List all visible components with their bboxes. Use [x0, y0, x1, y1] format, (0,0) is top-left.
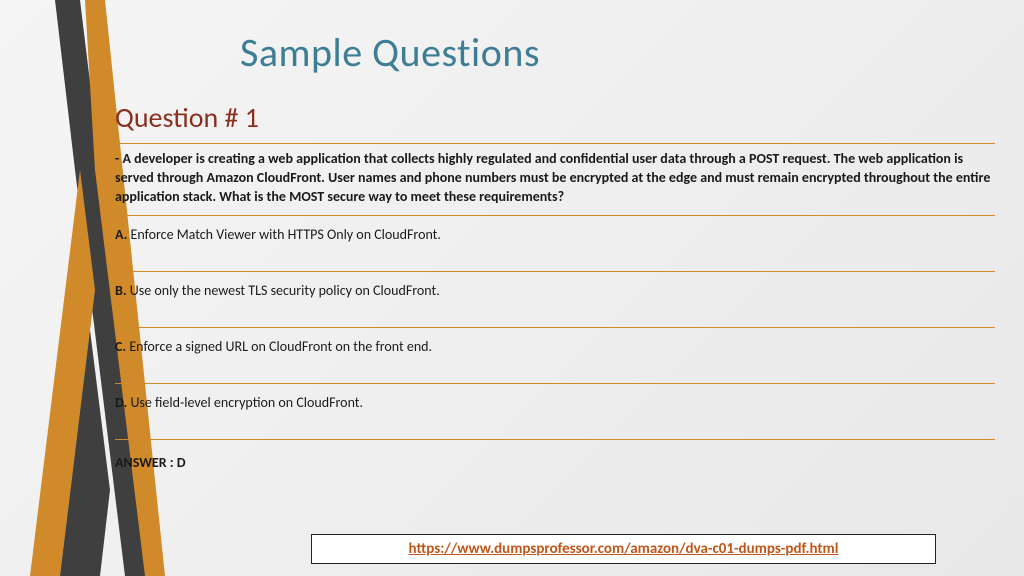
question-block: Question # 1 - A developer is creating a…	[115, 100, 995, 471]
option-d: D. Use field-level encryption on CloudFr…	[115, 384, 995, 440]
option-c: C. Enforce a signed URL on CloudFront on…	[115, 328, 995, 384]
option-a-text: Enforce Match Viewer with HTTPS Only on …	[131, 226, 441, 243]
option-a: A. Enforce Match Viewer with HTTPS Only …	[115, 216, 995, 272]
answer-label: ANSWER : D	[115, 440, 995, 471]
option-d-text: Use field-level encryption on CloudFront…	[130, 394, 363, 411]
option-b: B. Use only the newest TLS security poli…	[115, 272, 995, 328]
footer-link[interactable]: https://www.dumpsprofessor.com/amazon/dv…	[409, 540, 839, 558]
question-text: - A developer is creating a web applicat…	[115, 143, 995, 216]
footer-link-box: https://www.dumpsprofessor.com/amazon/dv…	[311, 534, 936, 564]
option-b-text: Use only the newest TLS security policy …	[130, 282, 440, 299]
slide-title: Sample Questions	[240, 28, 540, 77]
option-c-text: Enforce a signed URL on CloudFront on th…	[129, 338, 432, 355]
question-heading: Question # 1	[115, 100, 995, 135]
